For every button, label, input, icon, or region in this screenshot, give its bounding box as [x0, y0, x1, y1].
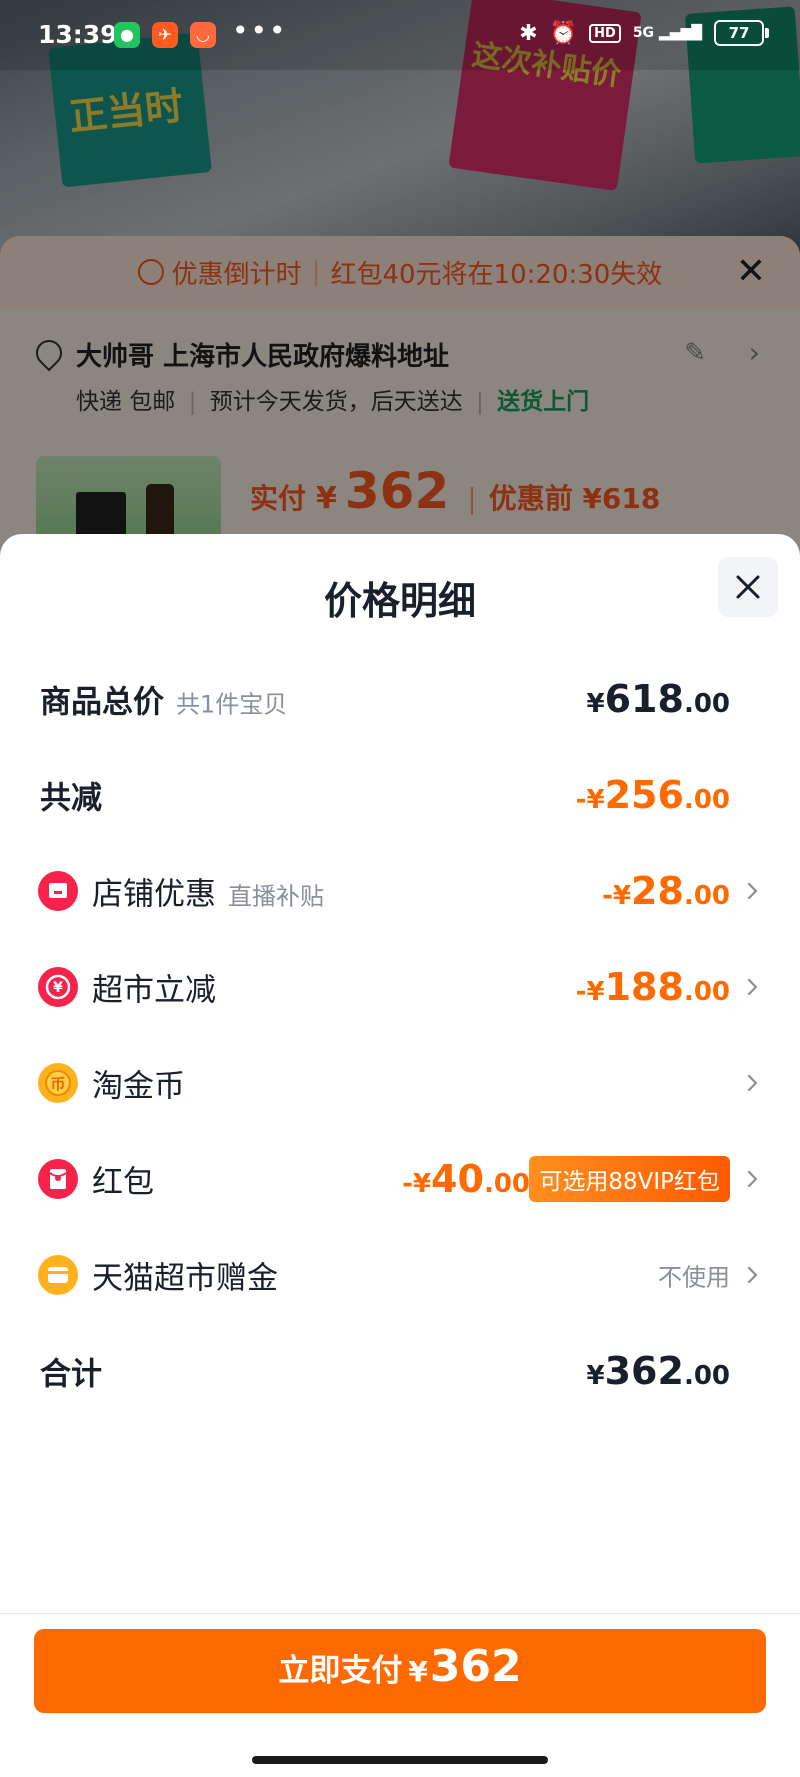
shop-discount-label-text: 店铺优惠	[92, 876, 216, 913]
shop-discount-int: 28	[631, 869, 684, 913]
app-notification-icon: ✈	[152, 22, 178, 48]
pay-button-content: 立即支付 ¥ 362	[278, 1641, 521, 1692]
modal-overlay[interactable]	[0, 0, 800, 560]
home-indicator[interactable]	[252, 1756, 548, 1764]
total-value: ¥362.00	[587, 1349, 730, 1393]
battery-level: 77	[728, 24, 750, 42]
footer-divider	[0, 1613, 800, 1614]
yuan-coin-icon: ¥	[38, 967, 78, 1007]
row-subtotal: 商品总价 共1件宝贝 ¥618.00	[0, 669, 800, 729]
svg-text:¥: ¥	[53, 980, 63, 996]
row-total: 合计 ¥362.00	[0, 1341, 800, 1401]
red-packet-icon	[38, 1159, 78, 1199]
chevron-right-icon	[747, 1074, 758, 1092]
row-red-packet[interactable]: 红包 -¥40.00 可选用88VIP红包	[0, 1149, 800, 1209]
wallet-icon	[38, 1255, 78, 1295]
row-gift-money[interactable]: 天猫超市赠金 不使用	[0, 1245, 800, 1305]
market-discount-value: -¥188.00	[576, 965, 730, 1009]
close-button[interactable]	[718, 557, 778, 617]
subtotal-label: 商品总价 共1件宝贝	[40, 677, 287, 722]
red-packet-value: -¥40.00	[402, 1157, 530, 1201]
red-packet-dec: .00	[483, 1169, 530, 1199]
status-bar: 13:39 ● ✈ ◡ ••• ✱ ⏰ HD 5G ▂▄▆█ 77	[0, 0, 800, 70]
total-label: 合计	[40, 1356, 102, 1393]
subtotal-value: ¥618.00	[587, 677, 730, 721]
chevron-right-icon	[747, 1170, 758, 1188]
total-int: 362	[604, 1349, 684, 1393]
discount-total-dec: .00	[683, 785, 730, 815]
row-market-discount[interactable]: ¥ 超市立减 -¥188.00	[0, 957, 800, 1017]
sheet-title: 价格明细	[323, 579, 476, 623]
battery-icon: 77	[714, 20, 769, 46]
item-count: 共1件宝贝	[176, 690, 288, 719]
discount-total-currency: -¥	[575, 785, 605, 815]
taobao-icon: ◡	[190, 22, 216, 48]
more-notifications-icon: •••	[232, 14, 288, 47]
pay-amount: 362	[429, 1641, 522, 1692]
red-packet-int: 40	[431, 1157, 484, 1201]
subtotal-dec: .00	[683, 689, 730, 719]
pay-currency: ¥	[408, 1655, 428, 1688]
shop-discount-label: 店铺优惠 直播补贴	[92, 869, 324, 914]
shop-discount-sub: 直播补贴	[228, 882, 324, 911]
gift-money-status: 不使用	[658, 1263, 730, 1292]
row-taojin-coin[interactable]: 币 淘金币	[0, 1053, 800, 1113]
chevron-right-icon	[747, 1266, 758, 1284]
pay-now-button[interactable]: 立即支付 ¥ 362	[34, 1629, 766, 1713]
subtotal-label-text: 商品总价	[40, 684, 164, 721]
taojin-coin-label: 淘金币	[92, 1068, 185, 1105]
shop-discount-currency: -¥	[602, 881, 632, 911]
signal-icon: 5G ▂▄▆█	[632, 25, 702, 41]
coin-icon: 币	[38, 1063, 78, 1103]
chevron-right-icon	[747, 882, 758, 900]
shop-icon	[38, 871, 78, 911]
hd-icon: HD	[589, 23, 621, 43]
chevron-right-icon	[747, 978, 758, 996]
network-type: 5G	[632, 25, 655, 41]
vip-red-packet-badge[interactable]: 可选用88VIP红包	[529, 1156, 730, 1202]
shop-discount-value: -¥28.00	[602, 869, 730, 913]
gift-money-label: 天猫超市赠金	[92, 1260, 278, 1297]
alarm-icon: ⏰	[549, 20, 578, 46]
close-icon	[736, 575, 760, 599]
wechat-icon: ●	[114, 22, 140, 48]
red-packet-label: 红包	[92, 1164, 154, 1201]
bluetooth-icon: ✱	[519, 20, 538, 46]
subtotal-int: 618	[604, 677, 684, 721]
discount-total-label: 共减	[40, 780, 102, 817]
total-dec: .00	[683, 1361, 730, 1391]
shop-discount-dec: .00	[683, 881, 730, 911]
discount-total-int: 256	[604, 773, 684, 817]
row-discount-total: 共减 -¥256.00	[0, 765, 800, 825]
market-discount-int: 188	[604, 965, 684, 1009]
price-detail-sheet: 价格明细 商品总价 共1件宝贝 ¥618.00 共减 -¥256.00 店铺优惠直…	[0, 534, 800, 1777]
row-shop-discount[interactable]: 店铺优惠 直播补贴 -¥28.00	[0, 861, 800, 921]
market-discount-currency: -¥	[575, 977, 605, 1007]
market-discount-label: 超市立减	[92, 972, 216, 1009]
clock-time: 13:39	[38, 20, 118, 49]
total-currency: ¥	[586, 1361, 605, 1391]
subtotal-currency: ¥	[586, 689, 605, 719]
svg-text:币: 币	[50, 1075, 65, 1093]
discount-total-value: -¥256.00	[576, 773, 730, 817]
pay-label: 立即支付	[278, 1653, 403, 1689]
red-packet-currency: -¥	[402, 1169, 432, 1199]
market-discount-dec: .00	[683, 977, 730, 1007]
status-icons: ✱ ⏰ HD 5G ▂▄▆█ 77	[519, 20, 769, 46]
